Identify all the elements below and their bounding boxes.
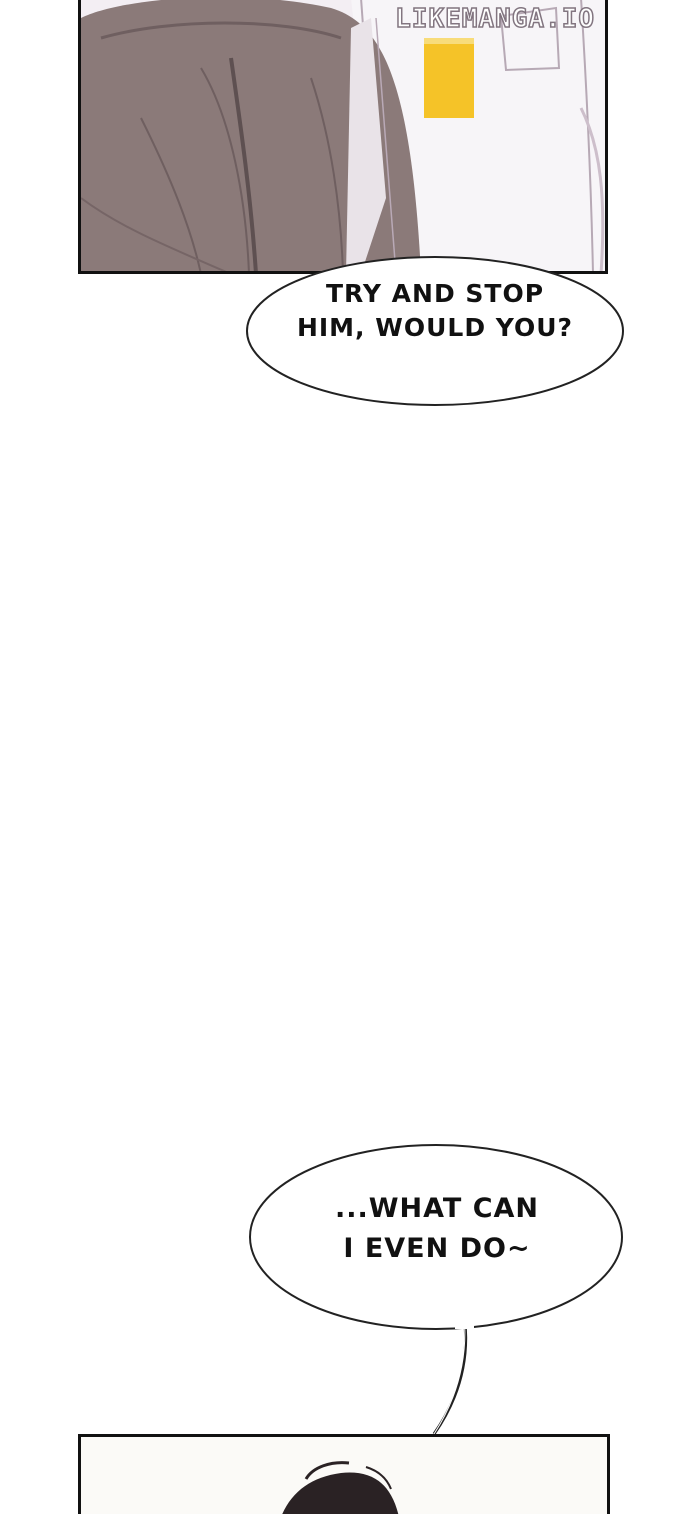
badge	[424, 38, 474, 118]
bubble-2-line-2: I EVEN DO~	[343, 1233, 531, 1264]
speech-bubble-1: TRY AND STOP HIM, WOULD YOU?	[245, 255, 625, 407]
bubble-2-text: ...WHAT CAN I EVEN DO~	[248, 1189, 626, 1269]
top-panel-artwork	[81, 0, 605, 271]
top-panel: LIKEMANGA.IO	[78, 0, 608, 274]
bubble-outline-with-tail	[249, 1144, 623, 1435]
speech-bubble-2: ...WHAT CAN I EVEN DO~	[248, 1142, 626, 1442]
bubble-1-line-1: TRY AND STOP	[325, 279, 545, 308]
bubble-2-line-1: ...WHAT CAN	[334, 1193, 540, 1224]
bubble-1-line-2: HIM, WOULD YOU?	[296, 313, 574, 342]
bottom-panel-artwork	[81, 1437, 607, 1514]
bubble-1-text: TRY AND STOP HIM, WOULD YOU?	[245, 277, 625, 345]
watermark: LIKEMANGA.IO	[394, 3, 595, 35]
bottom-panel	[78, 1434, 610, 1514]
